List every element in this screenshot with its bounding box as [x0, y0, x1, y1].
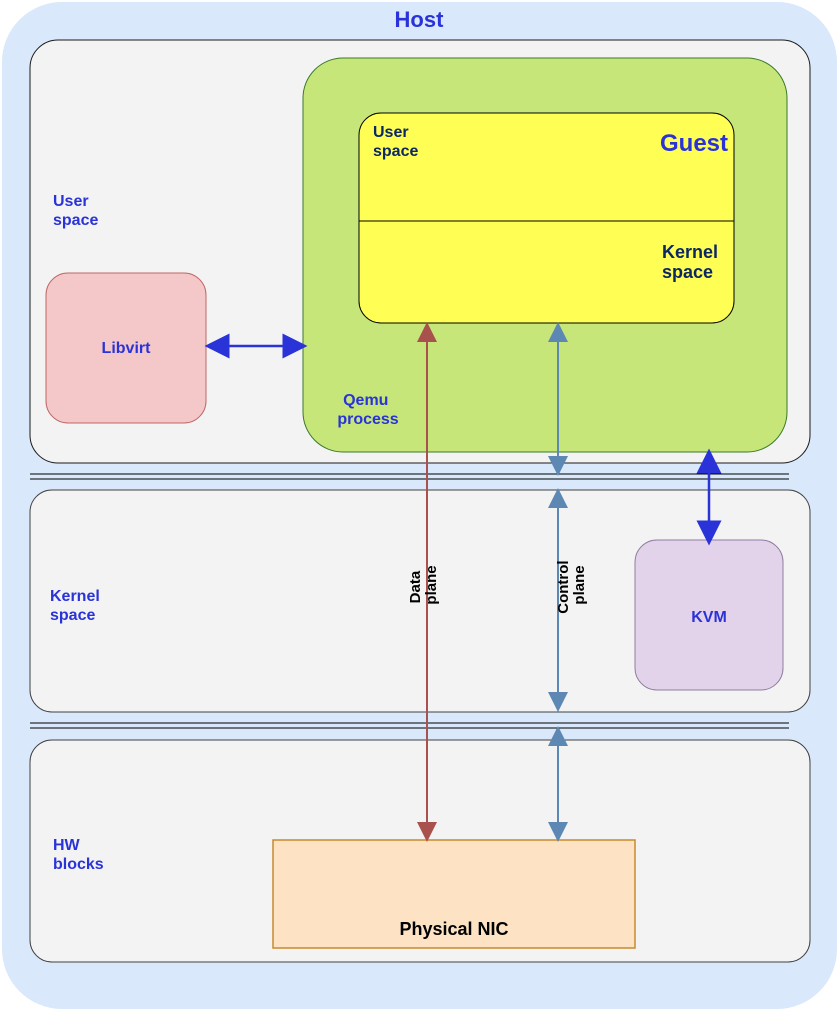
libvirt-label: Libvirt [102, 340, 152, 357]
data-plane-label: Data plane [407, 565, 440, 604]
virtualization-architecture-diagram: Host User space Qemu process Guest User … [0, 0, 839, 1011]
guest-title: Guest [660, 130, 728, 157]
kvm-label: KVM [691, 609, 727, 626]
physical-nic-label: Physical NIC [399, 919, 508, 939]
host-title: Host [395, 7, 445, 32]
